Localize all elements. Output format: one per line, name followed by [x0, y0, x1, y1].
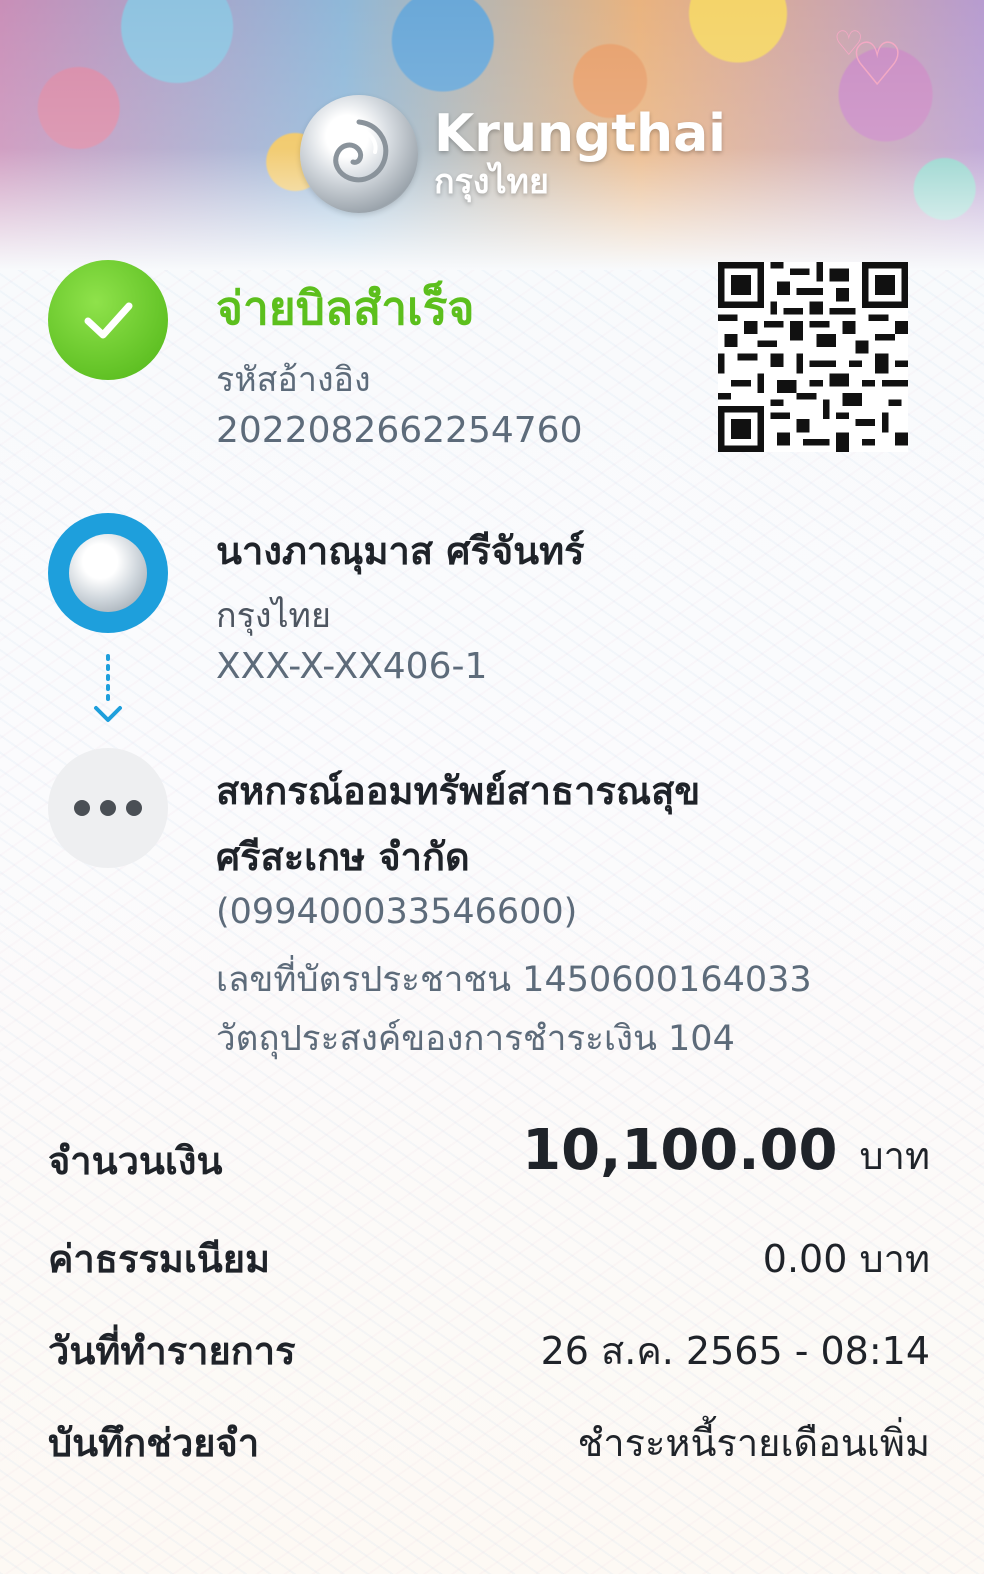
receiver-name-line1: สหกรณ์ออมทรัพย์สาธารณสุข — [216, 769, 701, 813]
arrow-down-icon — [94, 654, 122, 722]
more-dots-icon — [48, 748, 168, 868]
memo-value: ชำระหนี้รายเดือนเพิ่ม — [577, 1421, 930, 1465]
sender-name: นางภาณุมาส ศรีจันทร์ — [216, 529, 585, 573]
brand-name-th: กรุงไทย — [434, 162, 549, 202]
krungthai-logo: Krungthai กรุงไทย — [300, 95, 726, 213]
brand-name-en: Krungthai — [434, 104, 726, 164]
status-title: จ่ายบิลสำเร็จ — [216, 281, 475, 335]
amount-row: 10,100.00 บาท — [522, 1118, 930, 1186]
heart-icon: ♡ — [833, 24, 864, 64]
date-value: 26 ส.ค. 2565 - 08:14 — [540, 1329, 930, 1373]
receiver-tax-id: (099400033546600) — [216, 892, 578, 932]
hearts-decoration: ♡ ♡ — [834, 24, 904, 100]
success-check-icon — [48, 260, 168, 380]
garuda-bird-icon — [300, 95, 418, 213]
amount-unit: บาท — [859, 1134, 930, 1178]
receiver-ref1: เลขที่บัตรประชาชน 1450600164033 — [216, 960, 812, 1000]
receiver-ref2: วัตถุประสงค์ของการชำระเงิน 104 — [216, 1019, 735, 1059]
fee-value: 0.00 บาท — [762, 1237, 930, 1281]
sender-account: XXX-X-XX406-1 — [216, 646, 488, 687]
memo-label: บันทึกช่วยจำ — [48, 1421, 260, 1465]
sender-bank: กรุงไทย — [216, 596, 331, 636]
reference-number: 2022082662254760 — [216, 410, 583, 451]
krungthai-bank-icon — [48, 513, 168, 633]
qr-code[interactable] — [718, 262, 908, 452]
reference-label: รหัสอ้างอิง — [216, 360, 371, 400]
fee-label: ค่าธรรมเนียม — [48, 1237, 271, 1281]
date-label: วันที่ทำรายการ — [48, 1329, 296, 1373]
amount-label: จำนวนเงิน — [48, 1139, 223, 1183]
receiver-name-line2: ศรีสะเกษ จำกัด — [216, 835, 470, 879]
amount-value: 10,100.00 — [522, 1118, 838, 1183]
